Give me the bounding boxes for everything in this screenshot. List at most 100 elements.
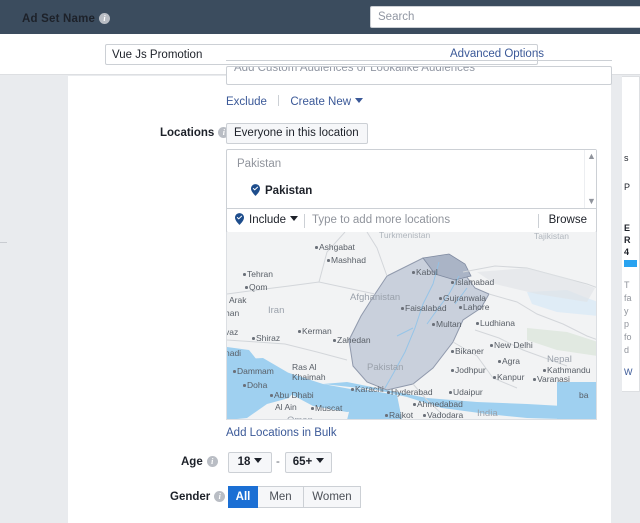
global-search-box[interactable] <box>370 6 640 28</box>
map-city-dot <box>459 306 462 309</box>
map-label: Afghanistan <box>350 292 401 303</box>
map-label: Turkmenistan <box>379 232 431 240</box>
map-label: Tajikistan <box>534 232 569 241</box>
selected-location-item[interactable]: Pakistan <box>251 184 312 197</box>
gender-option-men[interactable]: Men <box>258 486 304 508</box>
info-icon[interactable]: i <box>99 13 111 24</box>
map-city-dot <box>327 259 330 262</box>
age-min-dropdown[interactable]: 18 <box>228 452 272 473</box>
custom-audiences-field[interactable]: Add Custom Audiences or Lookalike Audien… <box>226 66 612 85</box>
map-city-dot <box>543 369 546 372</box>
map-label: Ashgabat <box>319 242 355 252</box>
map-city-dot <box>451 369 454 372</box>
info-icon[interactable]: i <box>206 456 218 467</box>
location-pin-icon <box>235 213 244 225</box>
map-label: Abu Dhabi <box>274 390 314 400</box>
gender-option-all[interactable]: All <box>228 486 258 508</box>
map-label: Multan <box>436 319 462 329</box>
map-city-dot <box>476 322 479 325</box>
map-label: Vadodara <box>427 410 464 420</box>
map-label: Al Ain <box>275 402 297 412</box>
locations-scrollbar[interactable]: ▲ ▼ <box>584 150 596 208</box>
map-label: Shiraz <box>256 333 281 343</box>
map-label: Ras Al <box>292 362 317 372</box>
map-city-dot <box>252 337 255 340</box>
age-min-value: 18 <box>237 456 251 468</box>
right-panel-link-fragment[interactable]: W <box>624 367 633 377</box>
include-label: Include <box>249 214 287 226</box>
map-city-dot <box>298 330 301 333</box>
right-panel-fragment: y <box>624 306 629 316</box>
map-label: Zahedan <box>337 335 371 345</box>
chevron-down-icon <box>290 216 299 221</box>
right-panel-fragment: E <box>624 223 631 233</box>
custom-audiences-top-border <box>226 60 612 61</box>
gender-option-women[interactable]: Women <box>304 486 361 508</box>
age-max-dropdown[interactable]: 65+ <box>285 452 332 473</box>
map-city-dot <box>449 391 452 394</box>
create-new-link[interactable]: Create New <box>290 96 364 108</box>
map-label: Ahmedabad <box>417 399 463 409</box>
map-city-dot <box>401 307 404 310</box>
locations-input-row: Include Browse <box>227 209 596 233</box>
divider <box>538 214 539 228</box>
gender-toggle-group[interactable]: All Men Women <box>228 486 361 508</box>
browse-button[interactable]: Browse <box>549 214 587 226</box>
map-city-dot <box>243 273 246 276</box>
map-label: Qom <box>249 282 268 292</box>
map-label: Iran <box>268 305 285 316</box>
map-city-dot <box>490 344 493 347</box>
right-panel-fragment: T <box>624 280 630 290</box>
search-input[interactable] <box>371 7 640 27</box>
locations-map[interactable]: ▲ + − ⬚ Drop Pin TurkmenistanTajikistanA… <box>226 232 597 420</box>
info-icon[interactable]: i <box>214 491 226 502</box>
right-panel-fragment: fa <box>624 293 632 303</box>
right-panel-fragment: 4 <box>624 247 630 257</box>
map-city-dot <box>451 281 454 284</box>
locations-query-heading: Pakistan <box>237 158 282 170</box>
map-label: Rajkot <box>389 410 414 420</box>
right-panel-fragment: R <box>624 235 631 245</box>
rail-divider <box>0 242 7 243</box>
left-rail-panel <box>7 76 68 523</box>
map-city-dot <box>315 246 318 249</box>
map-label: Lahore <box>463 302 490 312</box>
gender-label: Gender i <box>170 491 226 503</box>
right-panel-fragment: d <box>624 345 630 355</box>
exclude-link[interactable]: Exclude <box>226 96 267 108</box>
map-label: Ludhiana <box>480 318 515 328</box>
audience-actions-row: Exclude Create New <box>226 95 364 108</box>
facebook-ads-manager-screen: Ad Set Namei Advanced Options s P E R 4 … <box>0 0 640 523</box>
map-city-dot <box>493 376 496 379</box>
map-label: Muscat <box>315 403 343 413</box>
locations-label-text: Locations <box>160 127 215 139</box>
map-label: Dammam <box>237 366 274 376</box>
map-city-dot <box>351 388 354 391</box>
map-city-dot <box>333 339 336 342</box>
map-label: Pakistan <box>367 362 404 373</box>
audience-definition-panel: s P E R 4 T fa y p fo d W <box>622 76 640 392</box>
location-scope-dropdown[interactable]: Everyone in this location <box>226 123 368 156</box>
chevron-down-icon <box>316 458 325 463</box>
map-label: Kabul <box>416 267 438 277</box>
add-location-input[interactable] <box>312 214 552 226</box>
create-new-label: Create New <box>290 96 352 108</box>
add-locations-in-bulk-link[interactable]: Add Locations in Bulk <box>226 427 337 439</box>
advanced-options-link[interactable]: Advanced Options <box>450 48 544 60</box>
scroll-down-icon[interactable]: ▼ <box>587 197 596 206</box>
map-city-dot <box>451 350 454 353</box>
map-label: vaz <box>226 327 239 337</box>
chevron-down-icon <box>355 98 364 103</box>
locations-selector-box: Pakistan Pakistan ▲ ▼ Include Type to ad… <box>226 149 597 233</box>
map-city-dot <box>270 394 273 397</box>
locations-list-area: Pakistan Pakistan ▲ ▼ <box>227 150 596 209</box>
scroll-up-icon[interactable]: ▲ <box>587 152 596 161</box>
include-exclude-dropdown[interactable]: Include <box>235 213 299 226</box>
age-label: Age i <box>181 456 218 468</box>
map-city-dot <box>243 384 246 387</box>
map-city-dot <box>498 360 501 363</box>
map-label: Karachi <box>355 384 384 394</box>
divider <box>278 95 280 106</box>
map-label: Hyderabad <box>391 387 433 397</box>
divider <box>304 214 305 228</box>
